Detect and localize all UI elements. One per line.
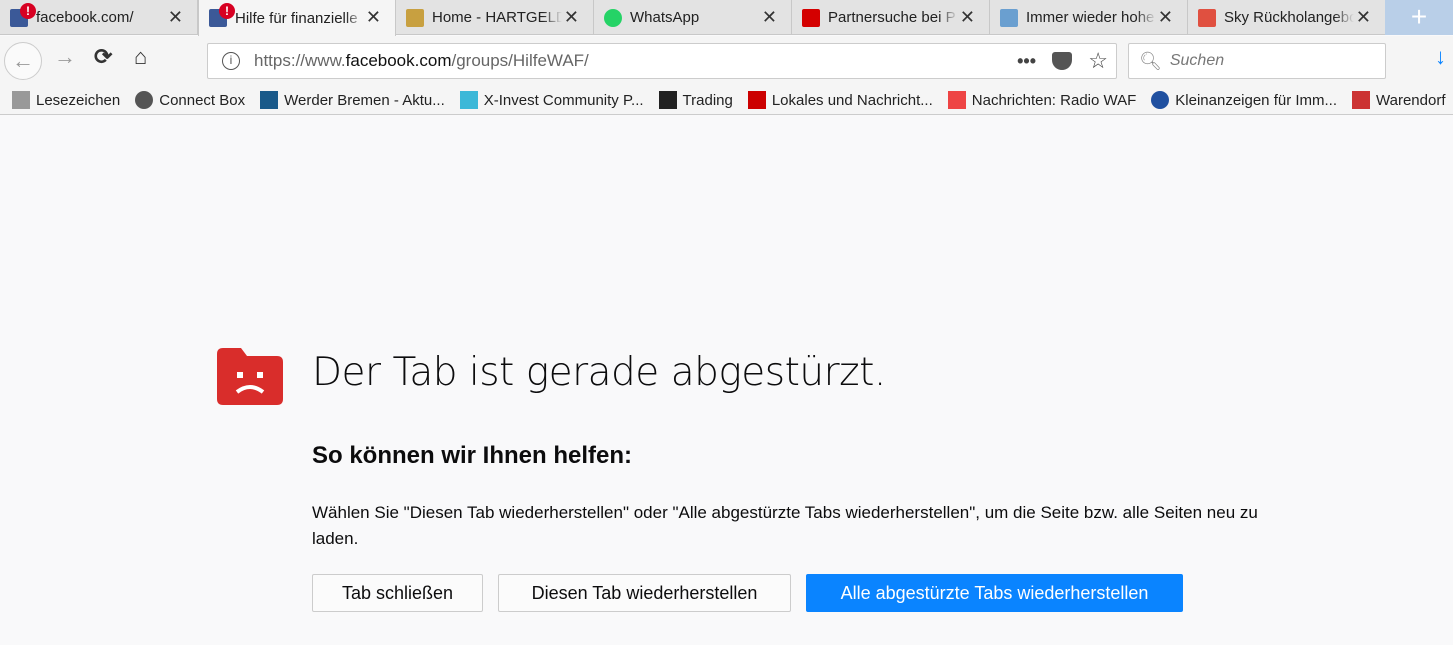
bookmark-icon bbox=[459, 91, 478, 109]
bookmark-label: Werder Bremen - Aktu... bbox=[284, 91, 445, 109]
bookmark-icon bbox=[260, 91, 279, 109]
home-button[interactable]: ⌂ bbox=[134, 44, 147, 70]
url-path: /groups/HilfeWAF/ bbox=[451, 51, 589, 70]
heart-icon bbox=[802, 8, 820, 27]
help-heading: So können wir Ihnen helfen: bbox=[312, 442, 633, 469]
search-icon: 🔍︎ bbox=[1139, 50, 1162, 71]
bookmark-item[interactable]: Warendorf bbox=[1352, 91, 1446, 109]
bookmark-item[interactable]: Trading bbox=[658, 91, 733, 109]
tab[interactable]: ! facebook.com/ ✕ bbox=[0, 0, 198, 35]
nav-bar: ← → ⟳ ⌂ i https://www. facebook.com/group… bbox=[0, 36, 1453, 86]
bookmark-label: Connect Box bbox=[159, 91, 246, 109]
whatsapp-icon bbox=[604, 8, 622, 27]
hartgeld-icon bbox=[406, 8, 424, 27]
page-actions-icon[interactable]: ••• bbox=[1017, 51, 1036, 72]
download-icon[interactable]: ↓ bbox=[1435, 44, 1446, 70]
tab[interactable]: Immer wieder hohe ✕ bbox=[990, 0, 1188, 35]
bookmark-label: Warendorf bbox=[1376, 91, 1446, 109]
close-tab-icon[interactable]: ✕ bbox=[960, 7, 975, 28]
tab-label: Sky Rückholangebot bbox=[1224, 9, 1354, 26]
close-tab-icon[interactable]: ✕ bbox=[1356, 7, 1371, 28]
bookmarks-toolbar: Lesezeichen Connect Box Werder Bremen - Ak… bbox=[0, 86, 1453, 115]
bookmark-label: Lokales und Nachricht... bbox=[771, 91, 933, 109]
bookmark-icon bbox=[658, 91, 677, 109]
bookmark-icon bbox=[947, 91, 966, 109]
restore-tab-button[interactable]: Diesen Tab wiederherstellen bbox=[498, 574, 791, 612]
pocket-icon[interactable] bbox=[1052, 52, 1072, 70]
reload-button[interactable]: ⟳ bbox=[94, 44, 112, 70]
bookmark-icon bbox=[1352, 91, 1371, 109]
new-tab-button[interactable]: + bbox=[1385, 0, 1453, 35]
tab[interactable]: Partnersuche bei P ✕ bbox=[792, 0, 990, 35]
bookmark-item[interactable]: Lesezeichen bbox=[12, 91, 120, 109]
info-icon[interactable]: i bbox=[222, 52, 240, 70]
tab-label: WhatsApp bbox=[630, 9, 700, 26]
back-button[interactable]: ← bbox=[4, 42, 42, 80]
description: Wählen Sie "Diesen Tab wiederherstellen"… bbox=[312, 503, 1258, 548]
search-input[interactable]: 🔍︎ Suchen bbox=[1128, 43, 1386, 79]
bookmark-label: Nachrichten: Radio WAF bbox=[971, 91, 1137, 109]
tab[interactable]: ! Hilfe für finanzielle ✕ bbox=[198, 0, 396, 36]
facebook-icon: ! bbox=[10, 2, 36, 27]
url-domain: facebook.com bbox=[345, 51, 452, 70]
sky-icon bbox=[1198, 8, 1216, 27]
close-tab-icon[interactable]: ✕ bbox=[168, 7, 183, 28]
tab-label: Partnersuche bei P bbox=[828, 9, 956, 26]
alert-badge: ! bbox=[20, 2, 36, 19]
bookmark-item[interactable]: Kleinanzeigen für Imm... bbox=[1151, 91, 1337, 109]
bookmark-item[interactable]: X-Invest Community P... bbox=[459, 91, 644, 109]
bookmark-label: Trading bbox=[682, 91, 733, 109]
bookmark-icon bbox=[747, 91, 766, 109]
search-placeholder: Suchen bbox=[1169, 52, 1225, 69]
bookmark-label: Kleinanzeigen für Imm... bbox=[1175, 91, 1338, 109]
facebook-icon: ! bbox=[209, 3, 235, 27]
tab-label: facebook.com/ bbox=[36, 9, 134, 26]
tab[interactable]: WhatsApp ✕ bbox=[594, 0, 792, 35]
bookmark-label: X-Invest Community P... bbox=[483, 91, 644, 109]
bookmark-icon bbox=[135, 91, 154, 109]
forward-button[interactable]: → bbox=[54, 44, 76, 70]
bookmark-item[interactable]: Lokales und Nachricht... bbox=[747, 91, 933, 109]
tab-label: Home - HARTGELD bbox=[432, 9, 562, 26]
bookmark-label: Lesezeichen bbox=[36, 91, 121, 109]
bookmark-item[interactable]: Nachrichten: Radio WAF bbox=[947, 91, 1137, 109]
bookmark-item[interactable]: Werder Bremen - Aktu... bbox=[260, 91, 445, 109]
tab-label: Immer wieder hohe bbox=[1026, 9, 1155, 26]
fx-icon bbox=[1000, 8, 1018, 27]
url-prefix: https://www. bbox=[254, 51, 346, 70]
bookmark-item[interactable]: Connect Box bbox=[135, 91, 245, 109]
close-tab-icon[interactable]: ✕ bbox=[1158, 7, 1173, 28]
tab-label: Hilfe für finanzielle bbox=[235, 9, 358, 27]
close-tab-button[interactable]: Tab schließen bbox=[312, 574, 483, 612]
alert-badge: ! bbox=[219, 3, 235, 19]
page-title: Der Tab ist gerade abgestürzt. bbox=[312, 350, 886, 395]
bookmark-star-icon[interactable]: ☆ bbox=[1088, 48, 1108, 74]
restore-all-tabs-button[interactable]: Alle abgestürzte Tabs wiederherstellen bbox=[806, 574, 1183, 612]
close-tab-icon[interactable]: ✕ bbox=[366, 7, 381, 28]
bookmark-icon bbox=[1151, 91, 1170, 109]
url-bar[interactable]: i https://www. facebook.com/groups/HilfeW… bbox=[207, 43, 1117, 79]
close-tab-icon[interactable]: ✕ bbox=[564, 7, 579, 28]
close-tab-icon[interactable]: ✕ bbox=[762, 7, 777, 28]
tab-bar: ! facebook.com/✕! Hilfe für finanzielle ✕ Ho… bbox=[0, 0, 1453, 36]
crashed-tab-icon bbox=[217, 348, 283, 405]
tab[interactable]: Home - HARTGELD ✕ bbox=[396, 0, 594, 35]
bookmark-icon bbox=[12, 91, 30, 109]
tab[interactable]: Sky Rückholangebot ✕ bbox=[1188, 0, 1386, 35]
